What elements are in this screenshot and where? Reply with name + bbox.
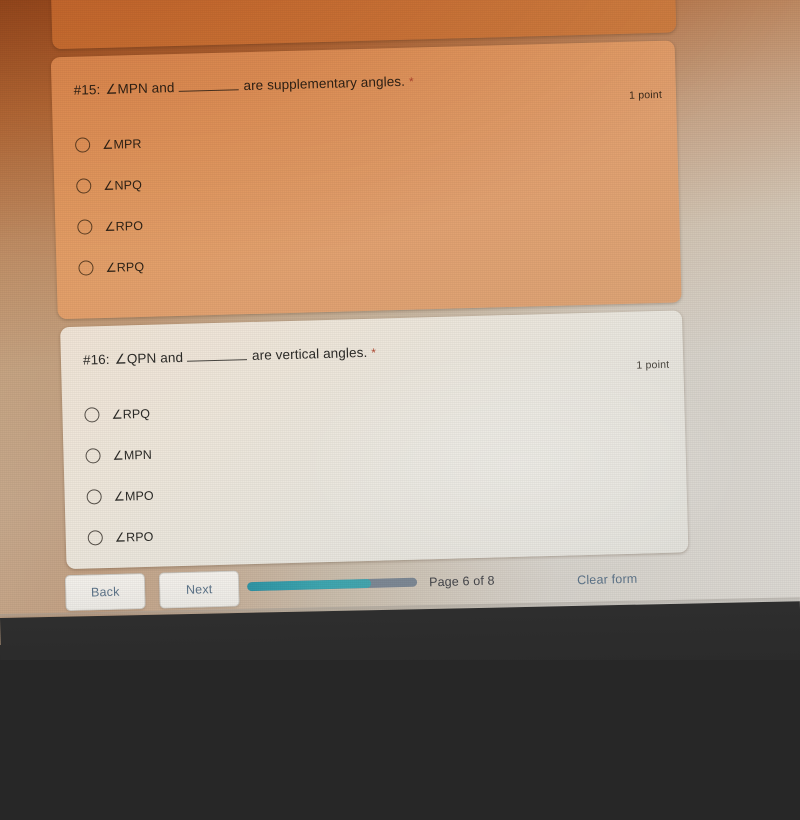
- question-16-title: #16: ∠QPN and are vertical angles. *: [83, 339, 583, 369]
- question-card-15: #15: ∠MPN and are supplementary angles. …: [50, 40, 682, 320]
- question-15-points: 1 point: [628, 88, 663, 102]
- question-15-title: #15: ∠MPN and are supplementary angles. …: [73, 69, 575, 99]
- radio-option[interactable]: ∠MPO: [86, 475, 154, 518]
- question-15-stem-before: ∠MPN and: [105, 80, 175, 97]
- form-progress-fill: [247, 578, 372, 592]
- question-15-required-icon: *: [408, 74, 414, 89]
- radio-option[interactable]: ∠RPQ: [84, 393, 152, 436]
- radio-button-icon[interactable]: [85, 448, 101, 464]
- form-progress-bar: [247, 577, 418, 592]
- option-label: ∠RPO: [104, 218, 144, 234]
- radio-option[interactable]: ∠RPO: [87, 516, 155, 559]
- radio-option[interactable]: ∠RPO: [77, 205, 144, 248]
- radio-button-icon[interactable]: [87, 530, 103, 546]
- next-button[interactable]: Next: [158, 570, 240, 609]
- radio-option[interactable]: ∠MPR: [74, 123, 142, 166]
- device-bezel-fill: [0, 660, 800, 820]
- question-card-16: #16: ∠QPN and are vertical angles. * 1 p…: [60, 310, 689, 570]
- page-indicator: Page 6 of 8: [428, 573, 495, 590]
- question-16-stem-before: ∠QPN and: [114, 349, 184, 367]
- question-15-options: ∠MPR ∠NPQ ∠RPO ∠RPQ: [74, 123, 146, 289]
- radio-button-icon[interactable]: [76, 178, 92, 194]
- question-15-header: #15: ∠MPN and are supplementary angles. …: [73, 69, 575, 99]
- clear-form-link[interactable]: Clear form: [577, 572, 638, 588]
- question-16-stem-after: are vertical angles.: [251, 344, 368, 364]
- radio-option[interactable]: ∠RPQ: [78, 246, 145, 289]
- radio-button-icon[interactable]: [86, 489, 102, 505]
- radio-button-icon[interactable]: [74, 137, 91, 153]
- back-button[interactable]: Back: [64, 572, 146, 612]
- option-label: ∠RPQ: [105, 259, 145, 275]
- photographed-screen: #15: ∠MPN and are supplementary angles. …: [0, 0, 800, 645]
- question-15-blank: [178, 78, 239, 92]
- question-16-options: ∠RPQ ∠MPN ∠MPO ∠RPO: [84, 393, 156, 559]
- radio-button-icon[interactable]: [78, 260, 94, 276]
- option-label: ∠MPR: [101, 136, 142, 152]
- question-15-number: #15:: [73, 82, 101, 98]
- question-16-required-icon: *: [371, 345, 377, 360]
- radio-option[interactable]: ∠MPN: [85, 434, 153, 477]
- question-16-number: #16:: [82, 351, 110, 368]
- question-16-header: #16: ∠QPN and are vertical angles. *: [83, 339, 583, 369]
- question-16-blank: [186, 348, 248, 362]
- option-label: ∠MPN: [112, 447, 153, 463]
- option-label: ∠NPQ: [103, 177, 143, 193]
- option-label: ∠RPQ: [111, 406, 151, 422]
- radio-button-icon[interactable]: [84, 407, 100, 423]
- previous-question-card-partial: [50, 0, 677, 50]
- option-label: ∠MPO: [113, 488, 154, 504]
- question-15-stem-after: are supplementary angles.: [243, 73, 406, 94]
- radio-option[interactable]: ∠NPQ: [76, 164, 143, 207]
- question-16-points: 1 point: [636, 358, 670, 372]
- radio-button-icon[interactable]: [77, 219, 93, 235]
- form-content-plane: #15: ∠MPN and are supplementary angles. …: [0, 0, 800, 645]
- option-label: ∠RPO: [114, 529, 154, 545]
